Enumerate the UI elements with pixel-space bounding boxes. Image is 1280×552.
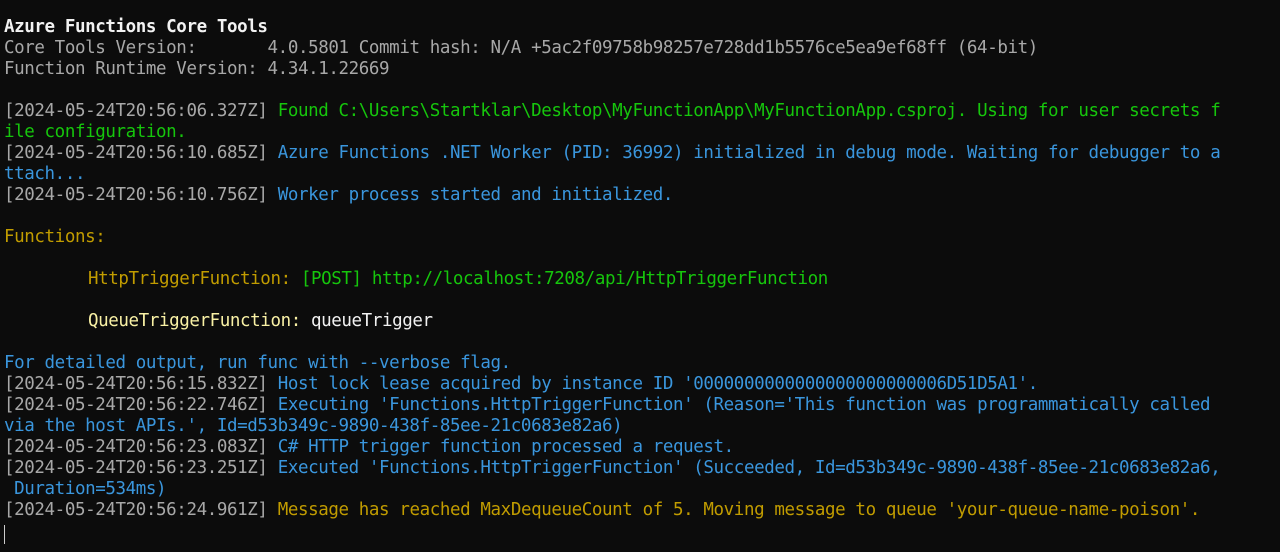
log-line: [2024-05-24T20:56:23.251Z] Executed 'Fun… — [4, 458, 1276, 479]
tool-title: Azure Functions Core Tools — [4, 17, 268, 37]
log-timestamp: [2024-05-24T20:56:06.327Z] — [4, 101, 268, 121]
log-line: [2024-05-24T20:56:23.083Z] C# HTTP trigg… — [4, 437, 1276, 458]
runtime-version-value: 4.34.1.22669 — [267, 59, 390, 79]
function-method: [POST] — [300, 269, 362, 289]
log-line: [2024-05-24T20:56:10.756Z] Worker proces… — [4, 185, 1276, 206]
function-entry-queue: QueueTriggerFunction: queueTrigger — [4, 311, 1276, 332]
log-timestamp: [2024-05-24T20:56:24.961Z] — [4, 500, 268, 520]
log-timestamp: [2024-05-24T20:56:23.083Z] — [4, 437, 268, 457]
log-message: Azure Functions .NET Worker (PID: 36992)… — [277, 143, 1221, 163]
log-line: [2024-05-24T20:56:22.746Z] Executing 'Fu… — [4, 395, 1276, 416]
core-tools-version-line: Core Tools Version: 4.0.5801 Commit hash… — [4, 38, 1276, 59]
log-line: [2024-05-24T20:56:10.685Z] Azure Functio… — [4, 143, 1276, 164]
log-message: Worker process started and initialized. — [277, 185, 674, 205]
runtime-version-line: Function Runtime Version: 4.34.1.22669 — [4, 59, 1276, 80]
core-tools-version-value: 4.0.5801 Commit hash: N/A +5ac2f09758b98… — [267, 38, 1039, 58]
log-message: Executing 'Functions.HttpTriggerFunction… — [277, 395, 1211, 415]
log-message: Found C:\Users\Startklar\Desktop\MyFunct… — [277, 101, 1221, 121]
terminal-window[interactable]: Azure Functions Core Tools Core Tools Ve… — [0, 0, 1280, 552]
runtime-version-label: Function Runtime Version: — [4, 59, 268, 79]
log-message: Message has reached MaxDequeueCount of 5… — [277, 500, 1201, 520]
log-timestamp: [2024-05-24T20:56:10.685Z] — [4, 143, 268, 163]
log-message-continuation: ile configuration. — [4, 122, 187, 142]
function-trigger-type: queueTrigger — [311, 311, 433, 331]
functions-heading: Functions: — [4, 227, 106, 247]
log-line: [2024-05-24T20:56:24.961Z] Message has r… — [4, 500, 1276, 521]
log-message: Host lock lease acquired by instance ID … — [277, 374, 1039, 394]
function-name: HttpTriggerFunction: — [88, 269, 291, 289]
text-cursor — [4, 525, 5, 544]
log-message-continuation: Duration=534ms) — [4, 479, 167, 499]
log-timestamp: [2024-05-24T20:56:15.832Z] — [4, 374, 268, 394]
log-timestamp: [2024-05-24T20:56:23.251Z] — [4, 458, 268, 478]
log-line: [2024-05-24T20:56:06.327Z] Found C:\User… — [4, 101, 1276, 122]
log-message-continuation: via the host APIs.', Id=d53b349c-9890-43… — [4, 416, 623, 436]
function-entry-http: HttpTriggerFunction: [POST] http://local… — [4, 269, 1276, 290]
log-message: C# HTTP trigger function processed a req… — [277, 437, 735, 457]
function-name: QueueTriggerFunction: — [88, 311, 301, 331]
core-tools-version-label: Core Tools Version: — [4, 38, 268, 58]
verbose-hint: For detailed output, run func with --ver… — [4, 353, 511, 373]
log-timestamp: [2024-05-24T20:56:22.746Z] — [4, 395, 268, 415]
terminal-output: Azure Functions Core Tools Core Tools Ve… — [4, 17, 1276, 521]
log-message-continuation: ttach... — [4, 164, 86, 184]
function-url-link[interactable]: http://localhost:7208/api/HttpTriggerFun… — [372, 269, 829, 289]
log-line: [2024-05-24T20:56:15.832Z] Host lock lea… — [4, 374, 1276, 395]
log-message: Executed 'Functions.HttpTriggerFunction'… — [277, 458, 1221, 478]
log-timestamp: [2024-05-24T20:56:10.756Z] — [4, 185, 268, 205]
